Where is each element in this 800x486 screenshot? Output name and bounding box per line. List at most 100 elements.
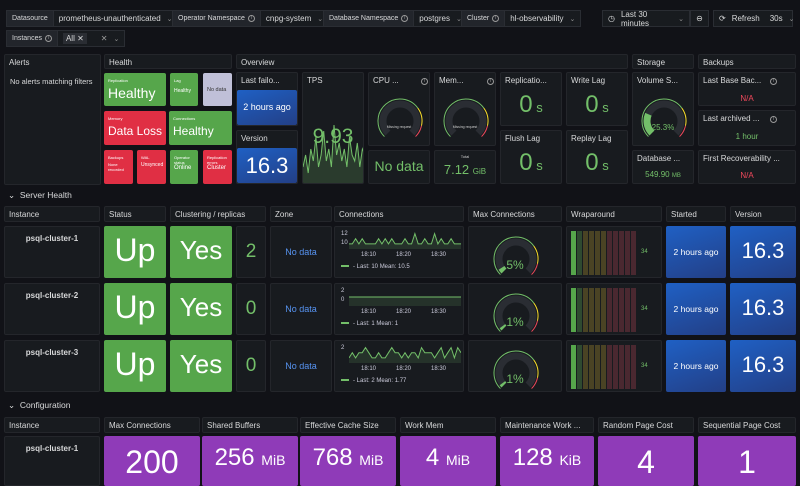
last-base-backup-panel: Last Base Bac... i N/A — [698, 72, 796, 106]
config-value: 200 — [104, 444, 200, 481]
write-lag-panel: Write Lag 0 s — [566, 72, 628, 126]
x-tick: 18:20 — [396, 366, 412, 372]
wraparound-bar — [619, 231, 624, 275]
health-tile-wal[interactable]: WAL Unsynced — [137, 150, 166, 184]
instance-name: psql-cluster-2 — [25, 291, 79, 300]
health-tile-nodata[interactable]: No data — [203, 73, 232, 106]
wraparound-bar — [625, 231, 630, 275]
max-connections-value: 1% — [506, 315, 524, 329]
wraparound-bar — [595, 288, 600, 332]
server-health-section[interactable]: ⌄ Server Health — [8, 190, 72, 201]
wraparound-cell: 34 — [566, 340, 662, 392]
value: 128 — [512, 444, 553, 471]
status-value: Up — [114, 232, 156, 268]
wraparound-bar — [589, 288, 594, 332]
wraparound-bar — [625, 288, 630, 332]
datasource-picker[interactable]: Datasource prometheus-unauthenticated ⌄ — [6, 10, 179, 27]
refresh-interval[interactable]: 30s — [770, 14, 783, 23]
clustering-value: Yes — [179, 235, 223, 265]
value: 256 — [214, 444, 255, 471]
y-tick: 10 — [341, 240, 348, 246]
health-tile-connections[interactable]: Connections Healthy — [169, 111, 232, 145]
version-value: 16.3 — [741, 238, 785, 263]
value: 4 — [637, 444, 655, 480]
column-header: Version — [730, 206, 796, 222]
replicas-cell: 0 — [236, 283, 266, 335]
wraparound-bar — [613, 288, 618, 332]
wraparound-bar — [571, 345, 576, 389]
overview-header: Overview — [236, 54, 628, 69]
column-header: Shared Buffers — [202, 417, 298, 433]
cluster-picker[interactable]: Cluster i hl-observability ⌄ — [461, 10, 582, 27]
flush-lag-panel: Flush Lag 0 s — [500, 130, 562, 184]
value: 4 — [425, 444, 440, 471]
zone-value: No data — [285, 247, 317, 257]
wraparound-bar — [595, 345, 600, 389]
backups-header: Backups — [698, 54, 796, 69]
volume-panel: Volume S... 25.3% — [632, 72, 694, 146]
wraparound-bar — [601, 345, 606, 389]
configuration-section[interactable]: ⌄ Configuration — [8, 400, 70, 411]
first-recoverability-panel: First Recoverability ... N/A — [698, 150, 796, 184]
connections-cell: 2 0 18:10 18:20 18:30 - Last: 1 Mean: 1 — [334, 283, 464, 335]
health-tile-memory[interactable]: Memory Data Loss — [104, 111, 166, 145]
operator-namespace-picker[interactable]: Operator Namespace i cnpg-system ⌄ — [172, 10, 330, 27]
config-value: 4 — [598, 444, 694, 481]
x-tick: 18:10 — [361, 366, 377, 372]
storage-header: Storage — [632, 54, 694, 69]
zone-cell: No data — [270, 340, 332, 392]
wraparound-bar — [601, 231, 606, 275]
wraparound-bar — [577, 288, 582, 332]
clear-icon[interactable]: ✕ — [101, 34, 108, 43]
cpu-value-panel: No data — [368, 150, 430, 184]
column-header: Wraparound — [566, 206, 662, 222]
zone-value: No data — [285, 361, 317, 371]
sparkline-area — [349, 347, 461, 363]
instances-picker[interactable]: Instances i All ✕ ✕ ⌄ — [6, 30, 126, 47]
instance-name: psql-cluster-1 — [25, 444, 79, 453]
replay-lag-panel: Replay Lag 0 s — [566, 130, 628, 184]
clustering-cell: Yes — [170, 283, 232, 335]
wraparound-bar — [607, 345, 612, 389]
started-value: 2 hours ago — [673, 247, 719, 257]
wraparound-bar — [595, 231, 600, 275]
x-tick: 18:20 — [396, 309, 412, 315]
started-cell: 2 hours ago — [666, 340, 726, 392]
memory-gauge — [443, 98, 489, 137]
wraparound-bar — [607, 288, 612, 332]
wraparound-cell: 34 — [566, 283, 662, 335]
config-value: 128 KiB — [500, 444, 594, 472]
zone-cell: No data — [270, 226, 332, 278]
legend-text: Last: 1 Mean: 1 — [356, 321, 399, 327]
database-namespace-picker[interactable]: Database Namespace i postgres ⌄ — [323, 10, 468, 27]
instance-cell[interactable]: psql-cluster-1 — [4, 226, 100, 278]
started-value: 2 hours ago — [673, 361, 719, 371]
instances-chip[interactable]: All ✕ — [62, 33, 87, 44]
connections-sparkline — [349, 346, 461, 363]
instance-cell[interactable]: psql-cluster-3 — [4, 340, 100, 392]
column-header: Max Connections — [468, 206, 562, 222]
refresh-button[interactable]: ⟳ Refresh 30s ⌄ — [713, 10, 795, 27]
version-panel: Version 16.3 — [236, 130, 298, 184]
zone-cell: No data — [270, 283, 332, 335]
chevron-down-icon: ⌄ — [569, 15, 576, 23]
zoom-out-button[interactable]: ⊖ — [690, 10, 709, 27]
config-value: 256 MiB — [202, 444, 298, 472]
instance-cell[interactable]: psql-cluster-2 — [4, 283, 100, 335]
clustering-cell: Yes — [170, 226, 232, 278]
health-tile-replication-errors[interactable]: Replication errors Cluster — [203, 150, 232, 184]
health-tile-lag[interactable]: Lag Healthy — [170, 73, 198, 106]
time-range-picker[interactable]: ◷ Last 30 minutes ⌄ — [602, 10, 690, 28]
column-header: Instance — [4, 417, 100, 433]
info-icon: i — [770, 78, 777, 85]
version-value: 16.3 — [741, 352, 785, 377]
sparkline-area — [349, 297, 461, 306]
health-tile-operator[interactable]: Operator status Online — [170, 150, 198, 184]
chevron-down-icon: ⌄ — [8, 190, 16, 200]
health-tile-backups[interactable]: Backups None recorded — [104, 150, 133, 184]
connections-cell: 12 10 18:10 18:20 18:30 - Last: 10 Mean: 10.5 — [334, 226, 464, 278]
alerts-panel: Alerts No alerts matching filters — [4, 54, 101, 185]
health-tile-replication[interactable]: Replication Healthy — [104, 73, 166, 106]
connections-sparkline — [349, 231, 461, 249]
version-cell: 16.3 — [730, 226, 796, 278]
